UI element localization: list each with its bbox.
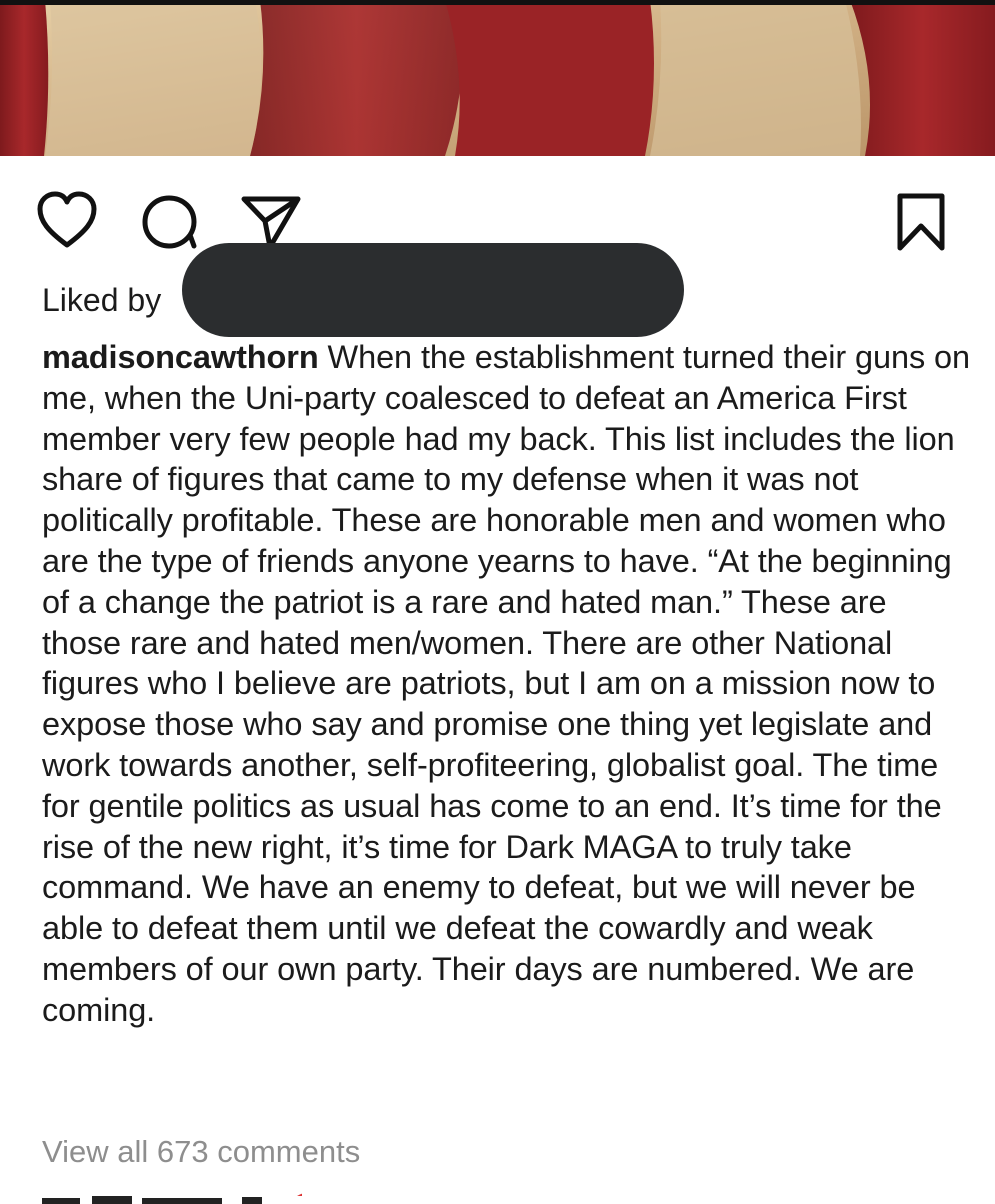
view-all-comments-link[interactable]: View all 673 comments — [42, 1132, 360, 1172]
liked-by-row: Liked by — [42, 280, 161, 320]
post-caption: madisoncawthorn When the establishment t… — [42, 337, 972, 1031]
bookmark-icon[interactable] — [896, 192, 946, 252]
flag-image — [0, 0, 995, 156]
caption-text: When the establishment turned their guns… — [42, 339, 971, 1028]
caption-username[interactable]: madisoncawthorn — [42, 339, 319, 375]
comment-bubble-icon[interactable] — [140, 193, 200, 251]
post-image[interactable] — [0, 0, 995, 156]
liked-by-label: Liked by — [42, 282, 162, 318]
next-comment-partial — [42, 1193, 302, 1204]
top-divider — [0, 0, 995, 5]
heart-icon[interactable] — [36, 191, 98, 249]
redaction-block — [182, 243, 684, 337]
